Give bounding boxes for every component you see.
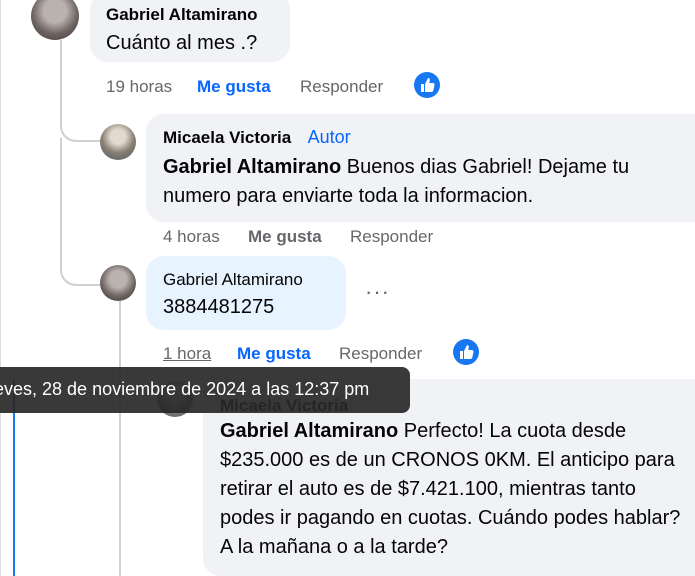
comment-author[interactable]: Gabriel Altamirano xyxy=(163,270,303,290)
comment-author[interactable]: Gabriel Altamirano xyxy=(106,5,257,25)
like-reaction-badge[interactable] xyxy=(414,72,440,98)
thread-line-sub xyxy=(119,300,123,576)
comment-author[interactable]: Micaela Victoria xyxy=(163,128,291,147)
comment-actions: 4 horas Me gusta Responder xyxy=(0,227,695,251)
like-button[interactable]: Me gusta xyxy=(237,344,311,364)
mention-tag[interactable]: Gabriel Altamirano xyxy=(163,156,341,178)
timestamp-tooltip: eves, 28 de noviembre de 2024 a las 12:3… xyxy=(0,367,410,413)
mention-tag[interactable]: Gabriel Altamirano xyxy=(220,420,398,442)
comment-bubble: Gabriel Altamirano 3884481275 xyxy=(146,256,346,330)
avatar[interactable] xyxy=(31,0,79,40)
comment-text: Gabriel Altamirano Perfecto! La cuota de… xyxy=(220,417,685,562)
like-button[interactable]: Me gusta xyxy=(248,227,322,247)
comment-time[interactable]: 1 hora xyxy=(163,344,211,364)
comment-actions: 1 hora Me gusta Responder xyxy=(0,344,695,368)
comment-time[interactable]: 4 horas xyxy=(163,227,220,247)
reply-button[interactable]: Responder xyxy=(300,77,383,97)
like-button[interactable]: Me gusta xyxy=(197,77,271,97)
author-badge: Autor xyxy=(307,127,351,147)
comment-time[interactable]: 19 horas xyxy=(106,77,172,97)
thumbs-up-icon xyxy=(460,345,474,359)
thread-line-branch xyxy=(60,138,102,286)
comment-header: Micaela Victoria Autor xyxy=(163,127,351,148)
tooltip-text: eves, 28 de noviembre de 2024 a las 12:3… xyxy=(0,379,370,399)
avatar[interactable] xyxy=(100,124,136,160)
thumbs-up-icon xyxy=(421,78,435,92)
reply-button[interactable]: Responder xyxy=(350,227,433,247)
avatar[interactable] xyxy=(100,265,136,301)
comment-text: 3884481275 xyxy=(163,296,275,318)
comment-actions: 19 horas Me gusta Responder xyxy=(0,77,695,101)
comment-bubble: Micaela Victoria Autor Gabriel Altamiran… xyxy=(146,114,695,222)
comment-text: Gabriel Altamirano Buenos dias Gabriel! … xyxy=(163,153,683,211)
like-reaction-badge[interactable] xyxy=(453,339,479,365)
more-options-button[interactable]: ··· xyxy=(365,279,390,305)
reply-button[interactable]: Responder xyxy=(339,344,422,364)
comment-bubble: Gabriel Altamirano Cuánto al mes .? xyxy=(90,0,290,62)
comment-text: Cuánto al mes .? xyxy=(106,32,258,54)
